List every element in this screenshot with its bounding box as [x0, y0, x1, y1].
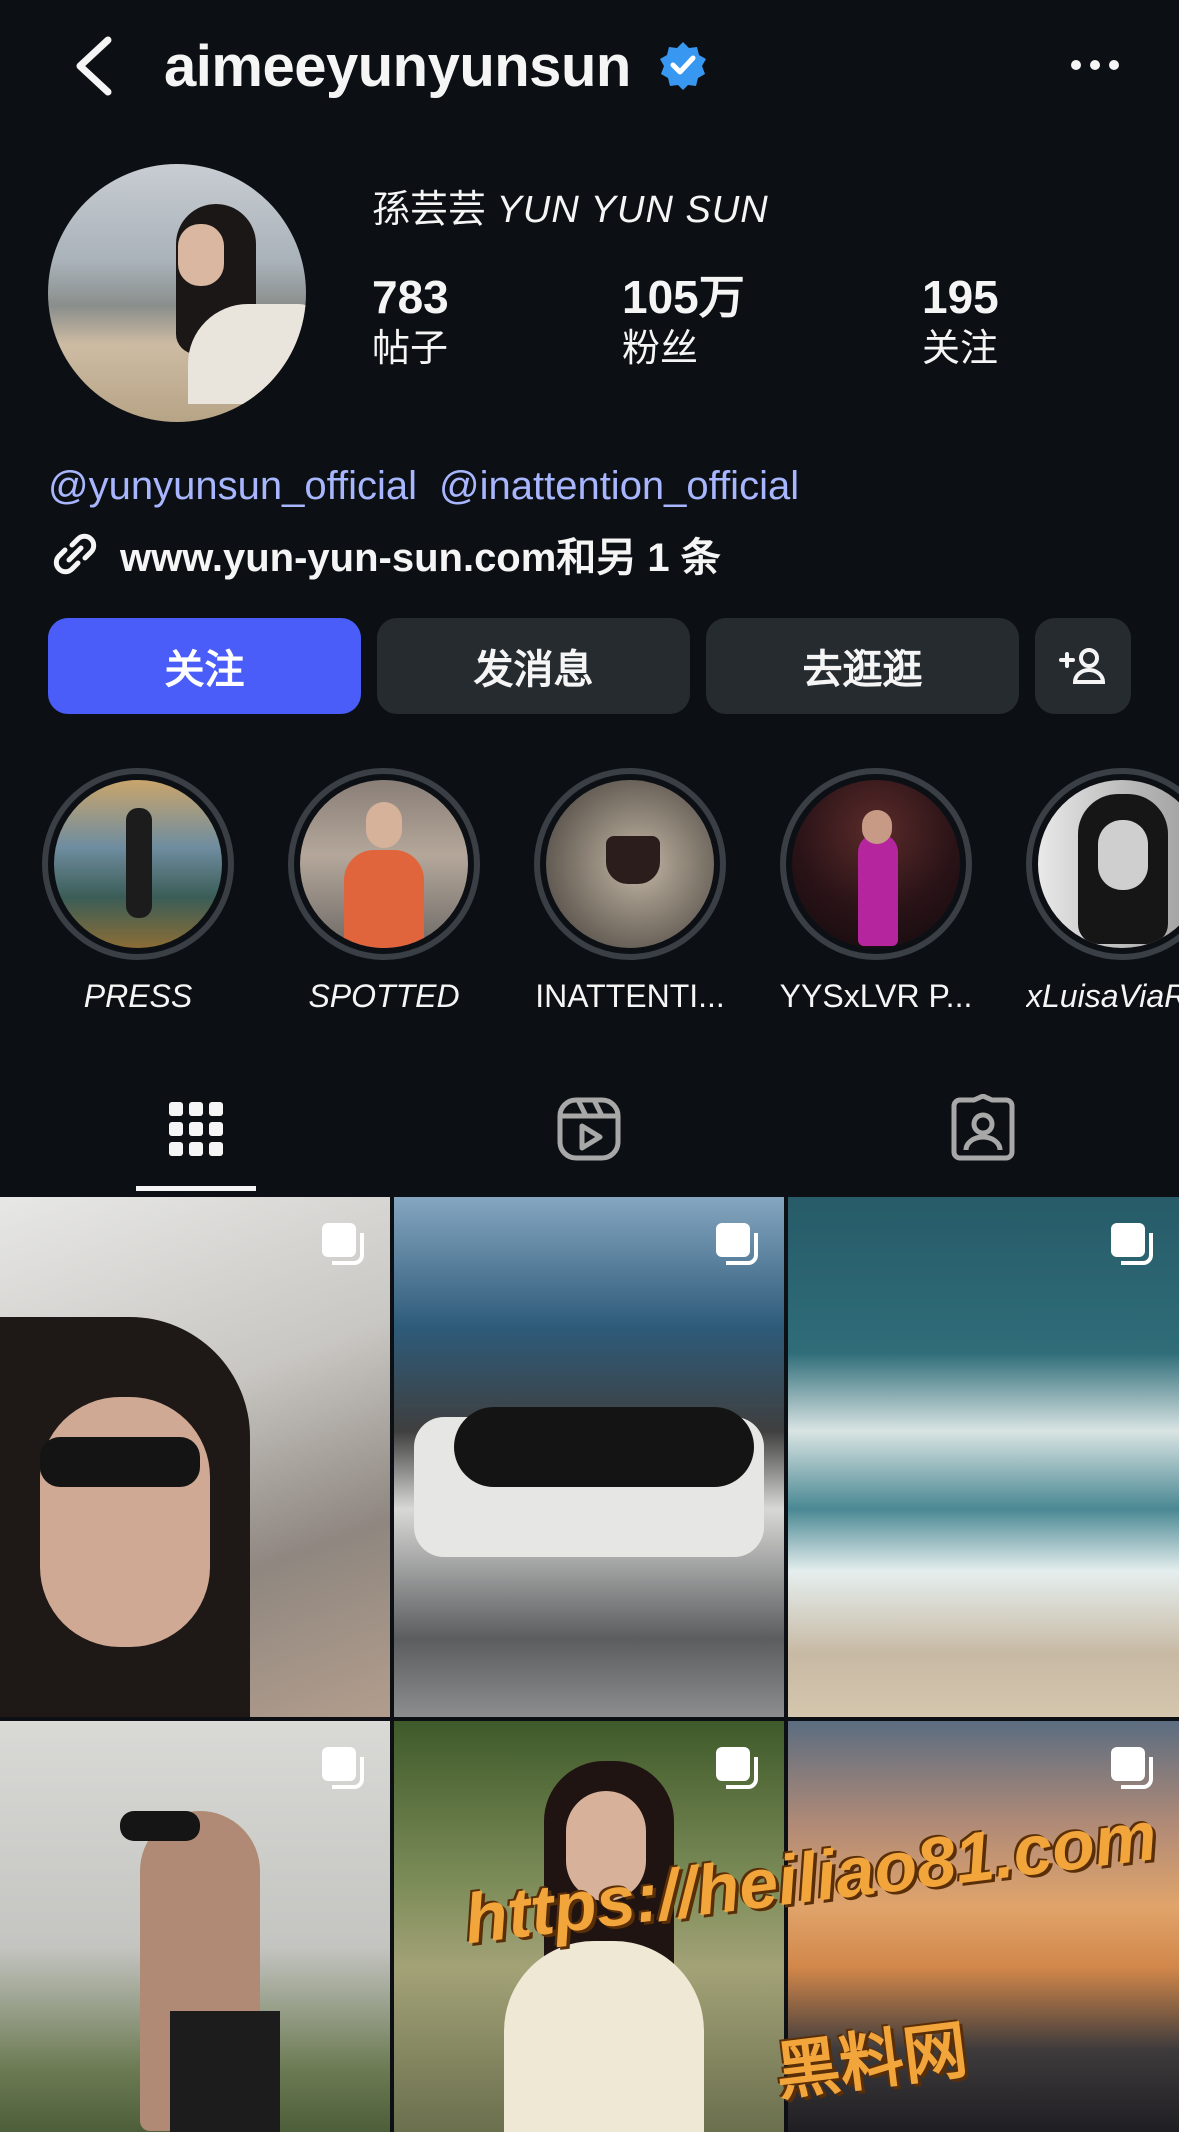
add-user-icon [1059, 648, 1106, 684]
stat-followers-label: 粉丝 [622, 328, 699, 370]
stat-posts[interactable]: 783 帖子 [372, 270, 449, 374]
highlight-label: INATTENTI... [535, 978, 725, 1014]
display-name-cn: 孫芸芸 [372, 189, 487, 231]
verified-badge-icon [660, 42, 706, 90]
stat-followers-value: 105万 [622, 271, 745, 323]
post-thumbnail[interactable] [788, 1197, 1179, 1717]
multi-post-icon [322, 1223, 364, 1265]
post-thumbnail[interactable] [394, 1197, 784, 1717]
highlight-luisaviaroma[interactable]: xLuisaViaRo [1026, 768, 1179, 1014]
bio-link-text: www.yun-yun-sun.com和另 1 条 [120, 536, 721, 580]
tagged-icon[interactable] [948, 1094, 1018, 1164]
profile-avatar[interactable] [48, 164, 306, 422]
shop-button[interactable]: 去逛逛 [706, 618, 1019, 714]
bio-link[interactable]: www.yun-yun-sun.com和另 1 条 [48, 528, 721, 580]
mention-link[interactable]: @inattention_official [439, 464, 799, 508]
suggest-user-button[interactable] [1035, 618, 1131, 714]
highlight-label: SPOTTED [308, 978, 460, 1014]
post-thumbnail[interactable] [0, 1721, 390, 2132]
highlight-spotted[interactable]: SPOTTED [288, 768, 480, 1014]
stat-followers[interactable]: 105万 粉丝 [622, 270, 745, 374]
multi-post-icon [716, 1223, 758, 1265]
multi-post-icon [1111, 1223, 1153, 1265]
display-name-latin: YUN YUN SUN [496, 189, 769, 231]
stat-posts-label: 帖子 [372, 328, 449, 370]
link-icon [53, 533, 97, 575]
grid-icon[interactable] [161, 1094, 231, 1164]
highlight-yysxlvr[interactable]: YYSxLVR P... [780, 768, 972, 1014]
profile-display-name: 孫芸芸 YUN YUN SUN [372, 186, 769, 234]
multi-post-icon [1111, 1747, 1153, 1789]
multi-post-icon [322, 1747, 364, 1789]
highlight-label: PRESS [83, 978, 193, 1014]
profile-username: aimeeyunyunsun [164, 34, 631, 99]
highlight-label: xLuisaViaRo [1026, 978, 1179, 1014]
highlight-label: YYSxLVR P... [779, 978, 973, 1014]
follow-button[interactable]: 关注 [48, 618, 361, 714]
stat-posts-value: 783 [372, 271, 449, 323]
more-icon[interactable] [1070, 58, 1120, 72]
multi-post-icon [716, 1747, 758, 1789]
post-thumbnail[interactable] [0, 1197, 390, 1717]
stat-following[interactable]: 195 关注 [922, 270, 999, 374]
mention-link[interactable]: @yunyunsun_official [48, 464, 417, 508]
highlight-press[interactable]: PRESS [42, 768, 234, 1014]
active-tab-indicator [136, 1186, 256, 1191]
reels-icon[interactable] [554, 1094, 624, 1164]
stat-following-label: 关注 [922, 328, 999, 370]
highlight-inattention[interactable]: INATTENTI... [534, 768, 726, 1014]
stat-following-value: 195 [922, 271, 999, 323]
message-button[interactable]: 发消息 [377, 618, 690, 714]
bio-mentions: @yunyunsun_official @inattention_official [48, 460, 821, 512]
back-chevron-icon[interactable] [70, 36, 120, 96]
